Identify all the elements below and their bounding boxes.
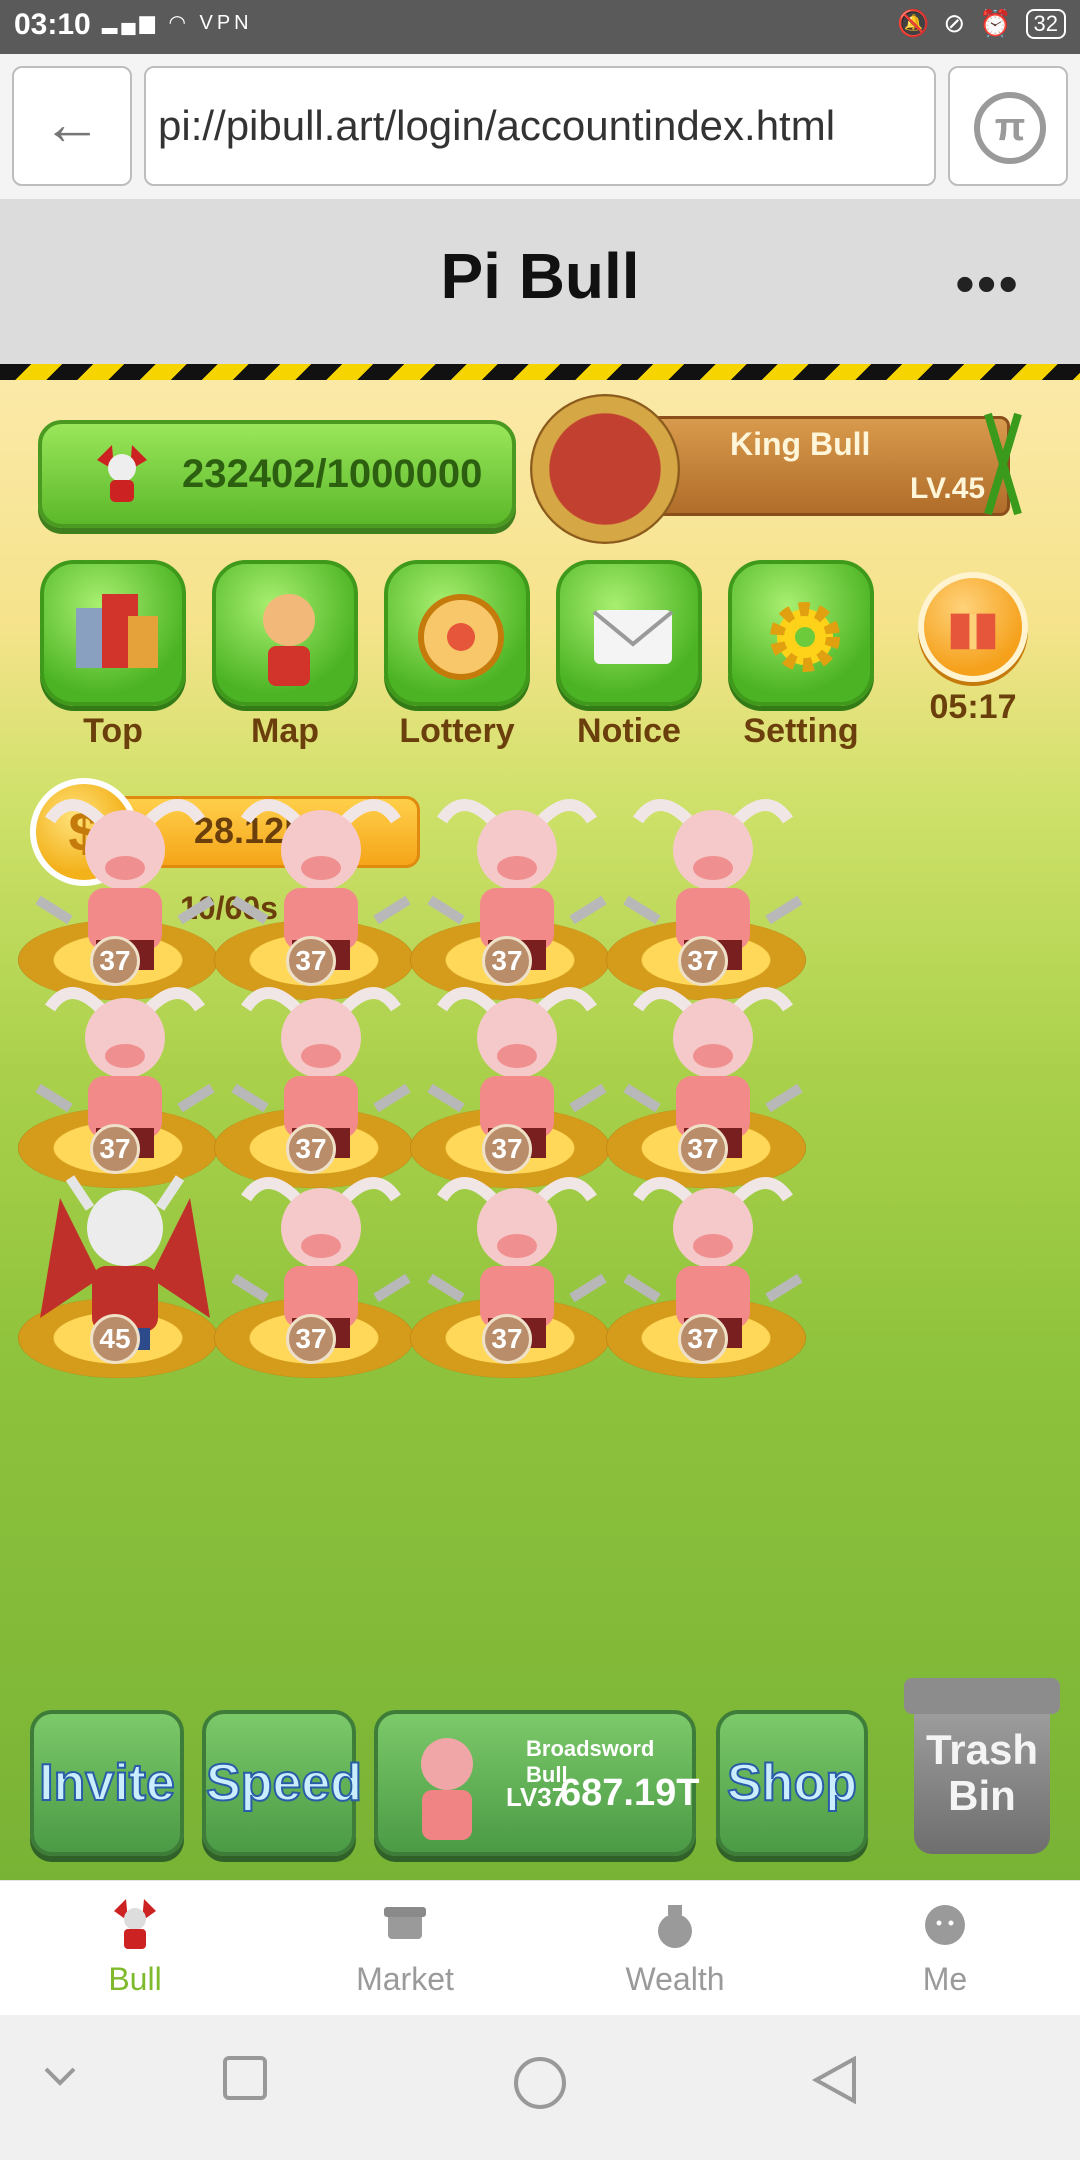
buy-bull-level: LV37 [506,1782,567,1812]
nav-me[interactable]: Me [810,1881,1080,2016]
gear-icon [728,560,874,706]
market-icon [384,1907,426,1939]
page-title: Pi Bull [440,240,640,312]
chevron-down-icon[interactable] [40,2055,80,2095]
bull-slot[interactable]: 37 [588,1148,838,1398]
nav-me-label: Me [922,1961,968,1997]
gift-button[interactable]: 05:17 [900,560,1046,727]
bull-level-badge: 37 [678,1314,728,1364]
profile-icon [925,1905,965,1945]
bull-level-badge: 37 [286,1314,336,1364]
map-button[interactable]: Map [212,560,358,751]
bottom-nav: Bull Market Wealth Me [0,1880,1080,2015]
exp-text: 232402/1000000 [182,452,483,496]
envelope-icon [556,560,702,706]
bull-nav-icon [114,1899,156,1949]
action-bar: Invite Speed Broadsword Bull LV37 687.19… [0,1678,1080,1880]
lottery-label: Lottery [399,712,515,750]
icon-menu: Top Map Lottery Notice Setting 05:17 [40,560,1040,760]
trash-label-2: Bin [948,1772,1016,1819]
top-button[interactable]: Top [40,560,186,751]
nav-wealth-label: Wealth [625,1961,725,1997]
trash-lid [904,1678,1060,1714]
back-button[interactable]: ← [12,66,132,186]
map-bull-icon [212,560,358,706]
status-time: 03:10 [14,8,91,41]
lock-icon: ⊘ [943,8,966,38]
broadsword-bull-icon [421,1738,473,1840]
game-area: 232402/1000000 King Bull LV.45 Top Map L… [0,380,1080,1880]
bamboo-icon [984,412,1022,516]
hazard-stripe [0,364,1080,380]
bull-level-badge: 37 [482,1314,532,1364]
page-header: Pi Bull ••• [0,199,1080,364]
signal-icon: ▂▄▆ ◠ VPN [102,12,253,34]
top-label: Top [83,712,143,750]
notice-label: Notice [577,712,681,750]
url-field[interactable]: pi://pibull.art/login/accountindex.html [144,66,936,186]
notice-button[interactable]: Notice [556,560,702,751]
setting-label: Setting [743,712,859,750]
recents-button[interactable] [222,2055,268,2101]
setting-button[interactable]: Setting [728,560,874,751]
system-nav-bar [0,2015,1080,2160]
address-bar: ← pi://pibull.art/login/accountindex.htm… [0,54,1080,199]
bull-avatar-icon [97,445,147,502]
king-medal-icon [530,394,680,544]
vpn-label: VPN [199,12,253,34]
alarm-icon: ⏰ [979,8,1012,38]
nav-wealth[interactable]: Wealth [540,1881,810,2016]
king-name: King Bull [730,426,871,462]
back-arrow-icon: ← [42,90,102,157]
home-button[interactable] [512,2055,568,2111]
map-label: Map [251,712,319,750]
exp-bar: 232402/1000000 [38,420,516,528]
more-menu-button[interactable]: ••• [955,251,1020,316]
money-bag-icon [658,1905,692,1948]
buy-bull-price: 687.19T [560,1772,700,1814]
status-bar: 03:10 ▂▄▆ ◠ VPN 🔕 ⊘ ⏰ 32 [0,0,1080,54]
status-right: 🔕 ⊘ ⏰ 32 [897,8,1066,39]
trash-label-1: Trash [925,1726,1039,1773]
invite-button[interactable]: Invite [30,1710,184,1856]
pi-icon: π [974,92,1046,164]
back-nav-button[interactable] [810,2055,860,2105]
battery-icon: 32 [1025,8,1066,39]
wheel-icon [384,560,530,706]
gift-timer: 05:17 [929,688,1017,726]
nav-market-label: Market [356,1961,454,1997]
pi-browser-button[interactable]: π [948,66,1068,186]
king-level: LV.45 [910,472,986,505]
lottery-button[interactable]: Lottery [384,560,530,751]
trash-bin-button[interactable]: Trash Bin [904,1678,1060,1858]
trophy-icon [40,560,186,706]
nav-market[interactable]: Market [270,1881,540,2016]
shop-button[interactable]: Shop [716,1710,868,1856]
nav-bull[interactable]: Bull [0,1881,270,2016]
gift-icon [918,572,1028,682]
buy-bull-button[interactable]: Broadsword Bull LV37 687.19T [374,1710,700,1856]
speed-button[interactable]: Speed [202,1710,363,1856]
bull-level-badge: 45 [90,1314,140,1364]
king-bull-panel[interactable]: King Bull LV.45 [530,394,1050,544]
mute-icon: 🔕 [896,8,930,38]
nav-bull-label: Bull [108,1961,162,1997]
